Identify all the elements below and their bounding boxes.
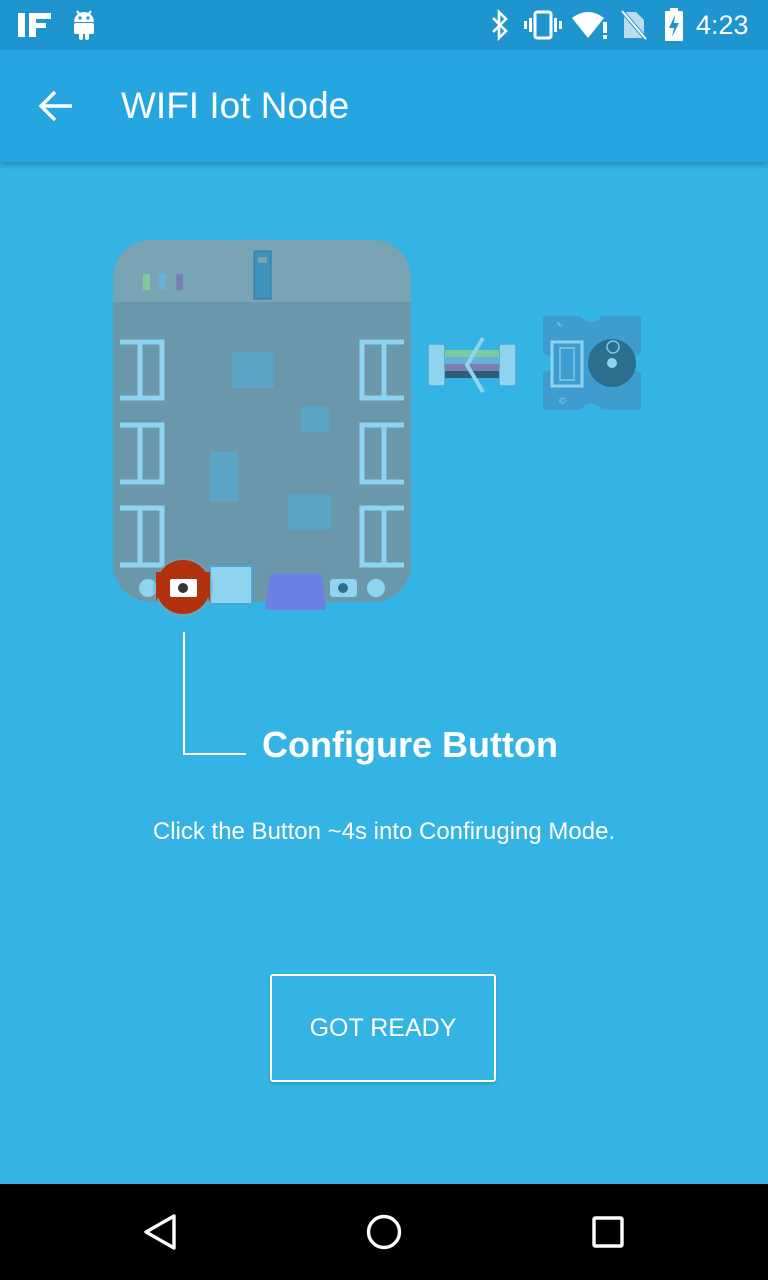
back-triangle-icon xyxy=(144,1214,176,1250)
main-content: ∿ © Configure Button Click the Button ~4… xyxy=(0,162,768,1184)
iot-board xyxy=(113,240,411,618)
vibrate-icon xyxy=(524,0,562,50)
arrow-back-icon xyxy=(38,90,72,122)
configure-button-label: Configure Button xyxy=(262,724,558,765)
wifi-icon xyxy=(572,0,610,50)
navigation-bar xyxy=(0,1184,768,1280)
svg-text:∿: ∿ xyxy=(556,320,563,329)
back-button[interactable] xyxy=(24,74,88,138)
buzzer-module: ∿ © xyxy=(535,316,650,410)
page-title: WIFI Iot Node xyxy=(121,85,350,126)
bluetooth-icon xyxy=(488,0,512,50)
android-icon xyxy=(72,0,96,50)
ifttt-icon xyxy=(18,0,52,50)
iot-board-illustration: ∿ © xyxy=(113,240,650,755)
status-bar: 4:23 xyxy=(0,0,768,50)
battery-charging-icon xyxy=(664,0,684,50)
nav-home-button[interactable] xyxy=(324,1184,444,1280)
grove-cable xyxy=(427,336,517,394)
nav-back-button[interactable] xyxy=(100,1184,220,1280)
status-time: 4:23 xyxy=(696,9,749,40)
got-ready-button[interactable]: GOT READY xyxy=(270,974,496,1082)
app-bar: WIFI Iot Node xyxy=(0,50,768,162)
svg-text:©: © xyxy=(558,397,567,407)
no-sim-icon xyxy=(620,0,648,50)
callout-line xyxy=(183,632,246,755)
recents-square-icon xyxy=(592,1216,624,1248)
home-circle-icon xyxy=(366,1214,402,1250)
nav-recents-button[interactable] xyxy=(548,1184,668,1280)
instruction-text: Click the Button ~4s into Confiruging Mo… xyxy=(152,818,616,845)
